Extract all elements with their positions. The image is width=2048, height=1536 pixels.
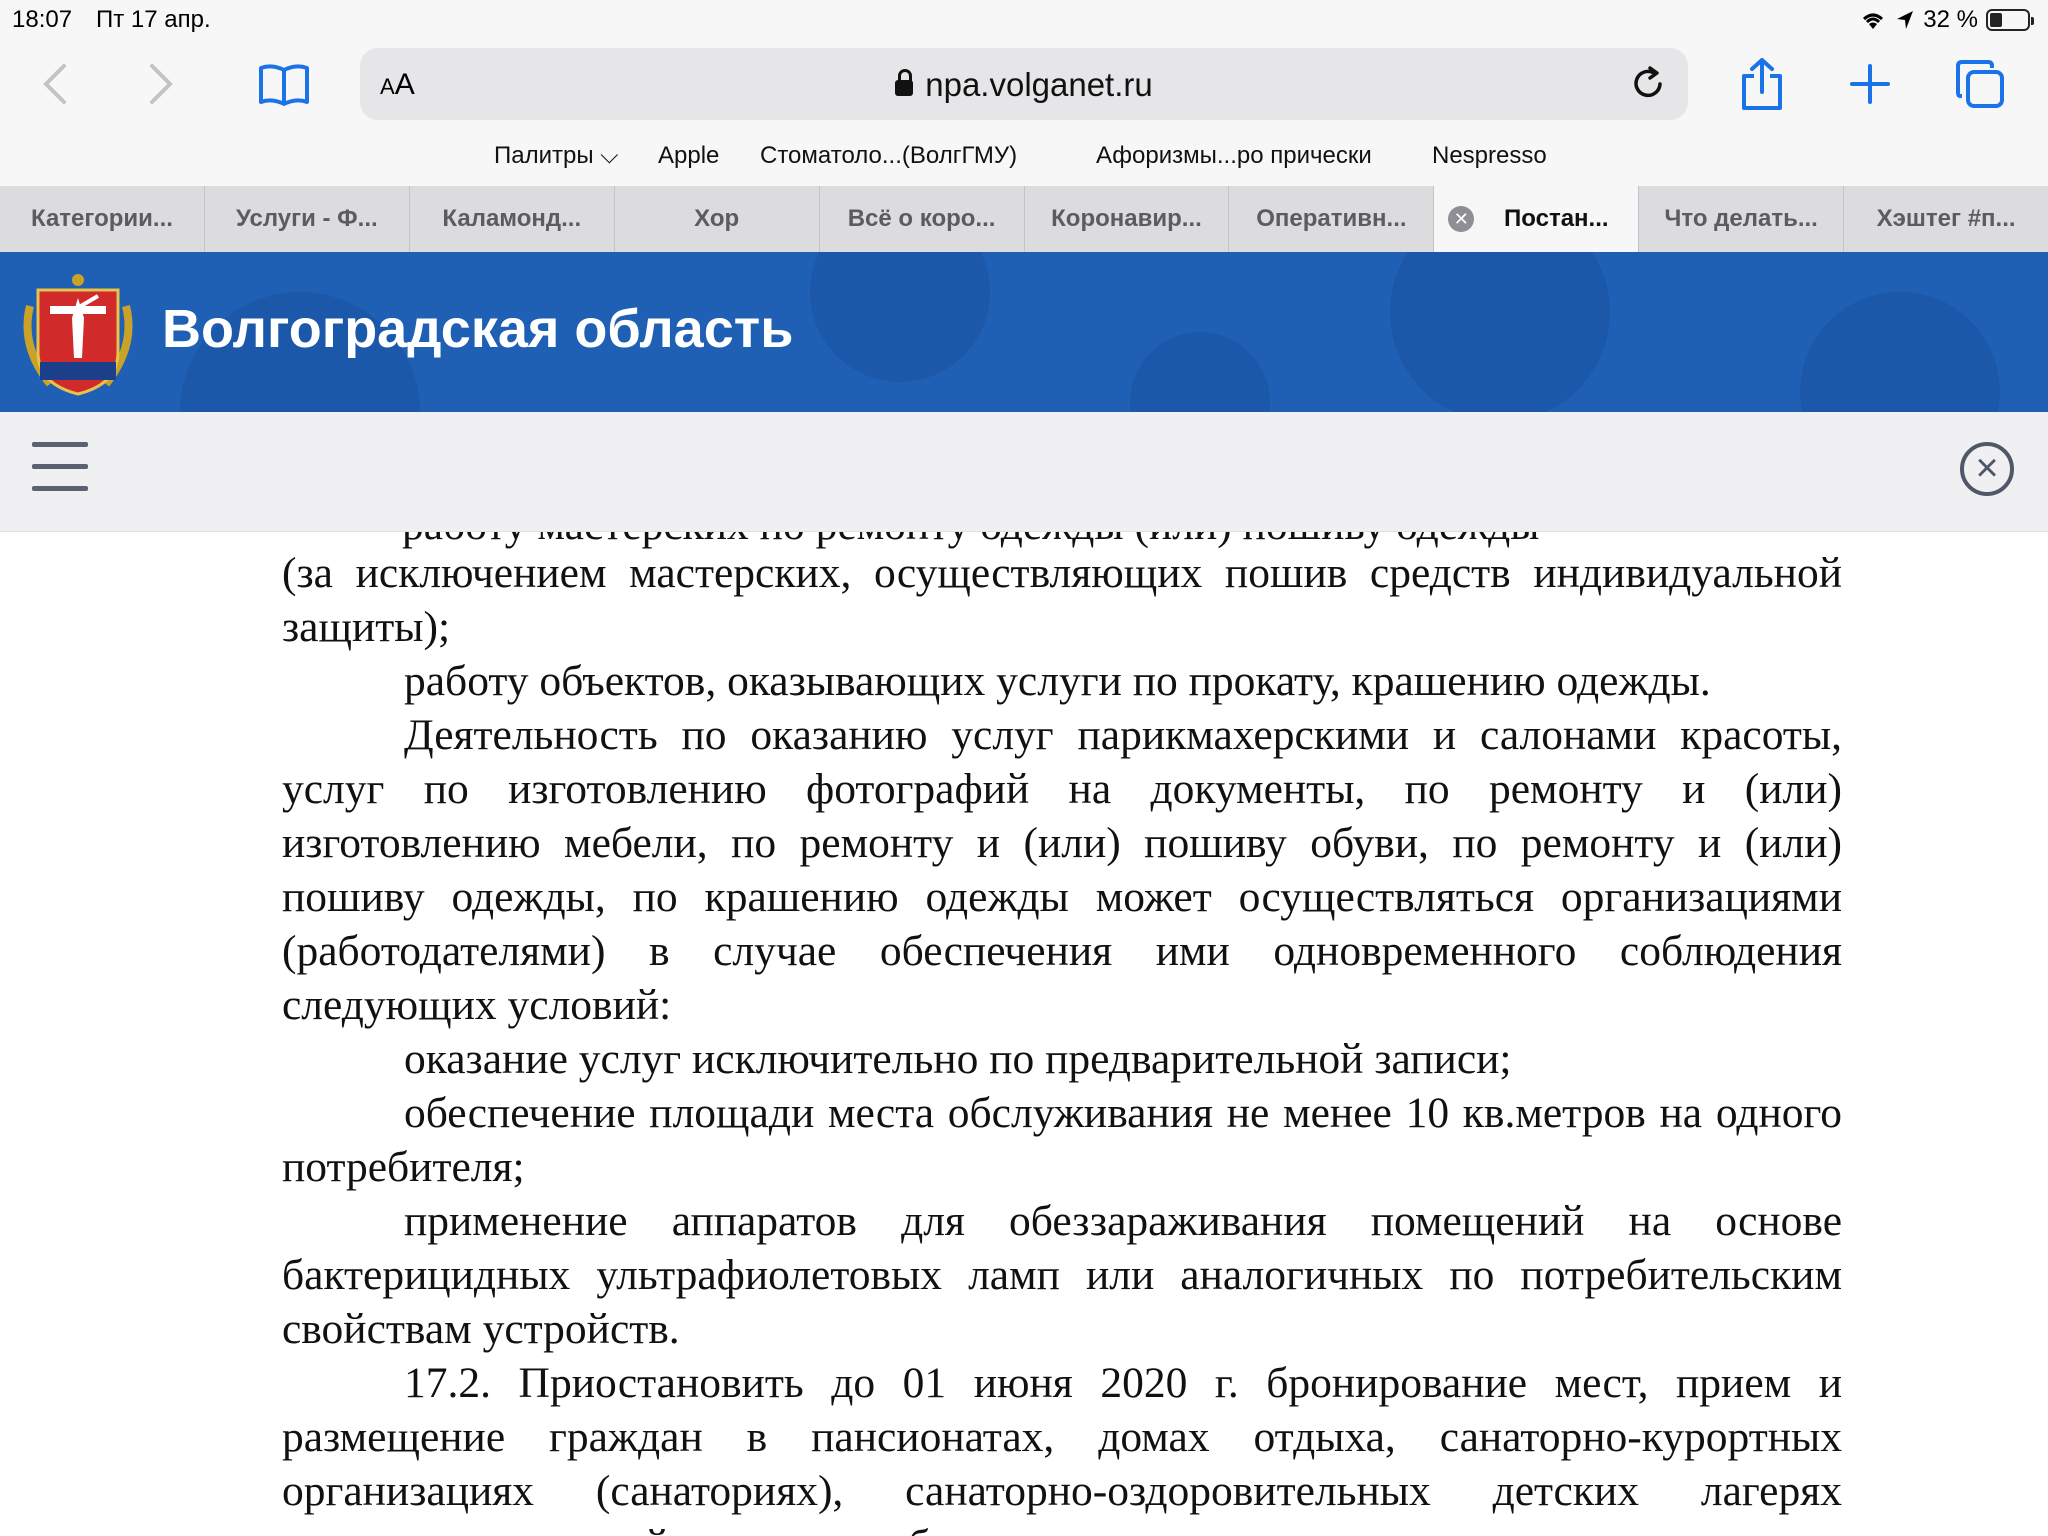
lock-icon [895,69,914,96]
tab[interactable]: Каламонд... [410,186,615,252]
favorite-item[interactable]: Apple [658,142,719,170]
close-tab-icon[interactable]: ✕ [1448,206,1475,232]
document-paragraph: Деятельность по оказанию услуг парикмахе… [282,711,1842,1029]
site-navbar: × [0,412,2048,532]
tab[interactable]: Оперативн... [1229,186,1435,252]
tab-active[interactable]: ✕ Постан... [1434,186,1640,252]
document-page: работу мастерских по ремонту одежды (или… [282,532,1842,1536]
tabs-icon[interactable] [1954,58,2006,110]
document-paragraph: оказание услуг исключительно по предвари… [404,1035,1512,1083]
favorite-item[interactable]: Палитры ⌵ [494,142,618,170]
back-icon[interactable] [40,62,70,106]
tab[interactable]: Хэштег #п... [1844,186,2048,252]
status-right: 32 % [1859,6,2034,34]
tab-label: Что делать... [1664,205,1818,232]
status-time: 18:07 [12,6,73,33]
tab[interactable]: Услуги - Ф... [205,186,410,252]
favorite-item[interactable]: Афоризмы...ро прически [1096,142,1372,170]
document-cut-line: работу мастерских по ремонту одежды (или… [402,532,1539,552]
menu-icon[interactable] [32,442,88,502]
tab-label: Каламонд... [442,205,582,232]
tab[interactable]: Всё о коро... [820,186,1025,252]
document-paragraph: работу объектов, оказывающих услуги по п… [404,657,1711,705]
close-icon[interactable]: × [1960,442,2014,496]
url-text: npa.volganet.ru [925,66,1153,103]
site-title[interactable]: Волгоградская область [162,298,793,360]
address-bar[interactable]: AA npa.volganet.ru [360,48,1688,120]
document-paragraph: обеспечение площади места обслуживания н… [282,1089,1842,1191]
browser-toolbar: AA npa.volganet.ru [0,40,2048,142]
wifi-icon [1863,13,1884,29]
document-paragraph: (за исключением мастерских, осуществляющ… [282,549,1842,651]
status-bar: 18:07 Пт 17 апр. 32 % [0,0,2048,40]
battery-percent: 32 % [1923,6,1978,33]
location-icon [1897,11,1914,29]
new-tab-icon[interactable] [1850,64,1890,104]
site-header: Волгоградская область [0,252,2048,412]
tab[interactable]: Хор [615,186,820,252]
favorite-item[interactable]: Стоматоло...(ВолгГМУ) [760,142,1017,170]
favorites-bar: Палитры ⌵ Apple Стоматоло...(ВолгГМУ) Аф… [0,140,2048,186]
tab-strip: Категории... Услуги - Ф... Каламонд... Х… [0,186,2048,252]
tab-label: Коронавир... [1051,205,1202,232]
tab-label: Хэштег #п... [1876,205,2016,232]
coat-of-arms-icon [23,274,133,396]
bookmarks-icon[interactable] [258,62,310,108]
tab-label: Хор [694,205,740,232]
tab[interactable]: Категории... [0,186,205,252]
tab[interactable]: Коронавир... [1025,186,1230,252]
forward-icon[interactable] [146,62,176,106]
document-paragraph: 17.2. Приостановить до 01 июня 2020 г. б… [282,1359,1842,1536]
share-icon[interactable] [1740,56,1784,112]
tab-label: Всё о коро... [847,205,996,232]
document-paragraph: применение аппаратов для обеззараживания… [282,1197,1842,1353]
reload-icon[interactable] [1628,64,1668,104]
favorite-item[interactable]: Nespresso [1432,142,1547,170]
tab[interactable]: Что делать... [1639,186,1845,252]
battery-icon [1986,9,2034,31]
tab-label: Постан... [1504,205,1609,232]
tab-label: Категории... [31,205,173,232]
status-date: Пт 17 апр. [96,6,211,33]
tab-label: Оперативн... [1256,205,1407,232]
url-display[interactable]: npa.volganet.ru [360,66,1688,104]
tab-label: Услуги - Ф... [236,205,378,232]
